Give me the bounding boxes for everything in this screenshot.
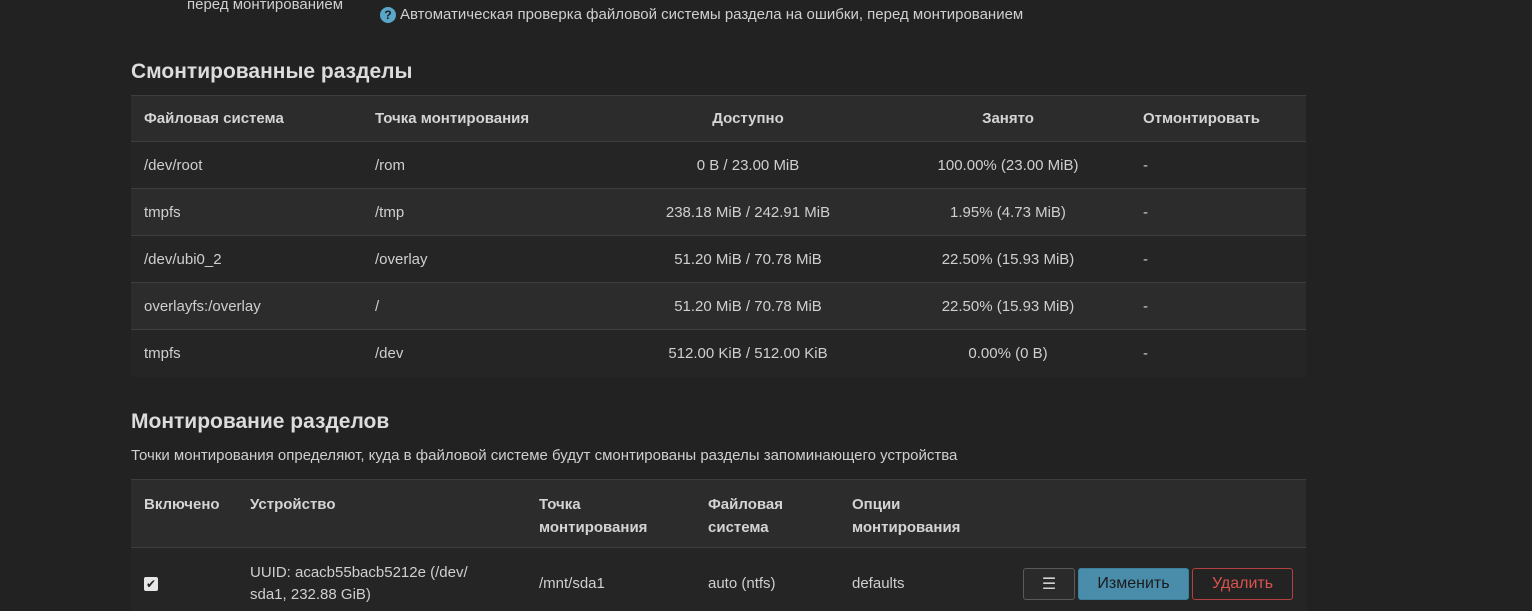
- question-circle-icon: ?: [380, 6, 396, 23]
- cell-device: UUID: acacb55bacb5212e (/dev/ sda1, 232.…: [237, 548, 526, 611]
- col-available: Доступно: [712, 110, 784, 127]
- cell-available: 0 B / 23.00 MiB: [696, 156, 800, 174]
- cell-mount-point: /dev: [375, 344, 404, 362]
- col-enabled: Включено: [144, 496, 220, 513]
- table-row: tmpfs /dev 512.00 KiB / 512.00 KiB 0.00%…: [131, 329, 1306, 377]
- cell-used: 22.50% (15.93 MiB): [941, 250, 1075, 268]
- cell-available: 512.00 KiB / 512.00 KiB: [668, 344, 828, 362]
- cell-used: 22.50% (15.93 MiB): [941, 297, 1075, 315]
- mounts-table-header: Включено Устройство Точка монтирования Ф…: [131, 479, 1306, 548]
- field-help-text: Автоматическая проверка файловой системы…: [400, 6, 1024, 23]
- col-options-line1: Опции: [852, 496, 901, 513]
- cell-filesystem: tmpfs: [144, 344, 181, 362]
- cell-mount-point: /rom: [375, 156, 405, 174]
- table-row: overlayfs:/overlay / 51.20 MiB / 70.78 M…: [131, 282, 1306, 330]
- cell-filesystem: tmpfs: [144, 203, 181, 221]
- cell-available: 51.20 MiB / 70.78 MiB: [674, 250, 822, 268]
- mounts-table: Включено Устройство Точка монтирования Ф…: [131, 479, 1306, 611]
- cell-filesystem: /dev/ubi0_2: [144, 250, 222, 268]
- col-mount-point-line2: монтирования: [539, 519, 648, 536]
- col-used: Занято: [982, 110, 1034, 127]
- col-unmount: Отмонтировать: [1143, 110, 1260, 127]
- col-options: Опции монтирования: [839, 480, 1005, 548]
- cell-unmount: -: [1143, 156, 1148, 174]
- table-row: ✔ UUID: acacb55bacb5212e (/dev/ sda1, 23…: [131, 547, 1306, 611]
- cell-mount-point: /overlay: [375, 250, 428, 268]
- cell-enabled: ✔: [131, 548, 237, 611]
- col-filesystem: Файловая система: [144, 110, 284, 127]
- col-filesystem-line1: Файловая: [708, 496, 783, 513]
- cell-available: 238.18 MiB / 242.91 MiB: [665, 203, 831, 221]
- mounts-section-description: Точки монтирования определяют, куда в фа…: [131, 447, 958, 464]
- cell-actions: ☰ Изменить Удалить: [1005, 548, 1306, 611]
- mounts-section-title: Монтирование разделов: [131, 410, 390, 433]
- device-line1: UUID: acacb55bacb5212e (/dev/: [250, 563, 468, 581]
- edit-button[interactable]: Изменить: [1078, 567, 1189, 600]
- cell-unmount: -: [1143, 203, 1148, 221]
- col-mount-point: Точка монтирования: [375, 110, 530, 127]
- row-actions: ☰ Изменить Удалить: [1018, 567, 1293, 600]
- col-device: Устройство: [250, 496, 336, 513]
- field-help: ? Автоматическая проверка файловой систе…: [380, 6, 1023, 23]
- field-label-fsck: перед монтированием: [187, 0, 344, 13]
- col-options-line2: монтирования: [852, 519, 961, 536]
- cell-used: 100.00% (23.00 MiB): [937, 156, 1079, 174]
- cell-filesystem: /dev/root: [144, 156, 203, 174]
- cell-filesystem: overlayfs:/overlay: [144, 297, 261, 315]
- delete-button[interactable]: Удалить: [1192, 567, 1293, 600]
- mounted-table: Файловая система Точка монтирования Дост…: [131, 95, 1306, 377]
- cell-options: defaults: [852, 575, 905, 593]
- cell-mount-point: /: [375, 297, 380, 315]
- col-actions: [1005, 480, 1306, 548]
- cell-mount-point: /mnt/sda1: [539, 575, 605, 593]
- drag-handle-button[interactable]: ☰: [1023, 567, 1075, 600]
- table-row: /dev/root /rom 0 B / 23.00 MiB 100.00% (…: [131, 141, 1306, 189]
- cell-filesystem: auto (ntfs): [708, 575, 776, 593]
- cell-mount-point: /tmp: [375, 203, 405, 221]
- cell-used: 1.95% (4.73 MiB): [950, 203, 1066, 221]
- col-mount-point: Точка монтирования: [526, 480, 695, 548]
- col-filesystem: Файловая система: [695, 480, 839, 548]
- enabled-checkbox[interactable]: ✔: [144, 577, 158, 592]
- device-line2: sda1, 232.88 GiB): [250, 585, 371, 603]
- cell-unmount: -: [1143, 344, 1148, 362]
- mount-points-page: перед монтированием ? Автоматическая про…: [0, 0, 1532, 611]
- cell-unmount: -: [1143, 250, 1148, 268]
- table-row: tmpfs /tmp 238.18 MiB / 242.91 MiB 1.95%…: [131, 188, 1306, 236]
- col-filesystem-line2: система: [708, 519, 769, 536]
- mounted-section-title: Смонтированные разделы: [131, 60, 413, 83]
- table-row: /dev/ubi0_2 /overlay 51.20 MiB / 70.78 M…: [131, 235, 1306, 283]
- cell-available: 51.20 MiB / 70.78 MiB: [674, 297, 822, 315]
- mounted-table-header: Файловая система Точка монтирования Дост…: [131, 95, 1306, 142]
- col-mount-point-line1: Точка: [539, 496, 581, 513]
- cell-used: 0.00% (0 B): [968, 344, 1048, 362]
- cell-unmount: -: [1143, 297, 1148, 315]
